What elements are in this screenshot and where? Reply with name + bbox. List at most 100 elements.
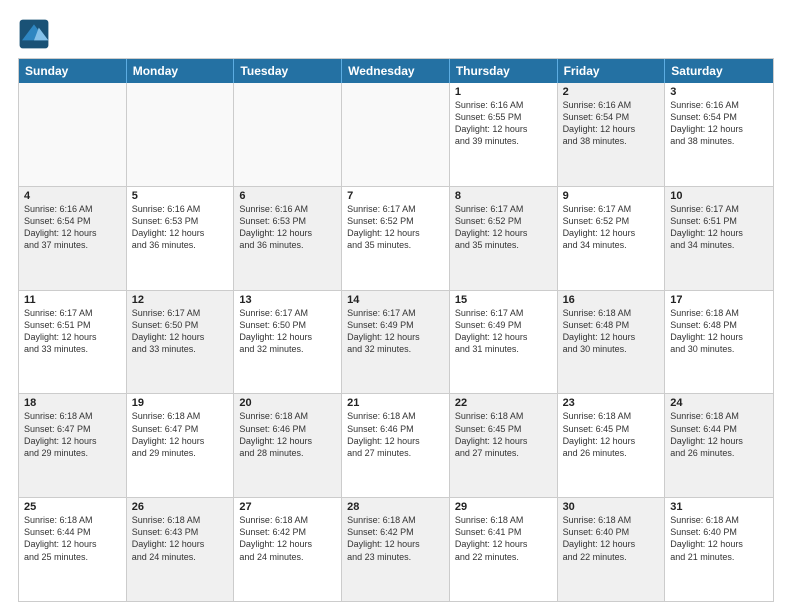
day-number: 25 — [24, 501, 121, 513]
day-number: 13 — [239, 294, 336, 306]
cell-info: Sunrise: 6:17 AM Sunset: 6:50 PM Dayligh… — [132, 307, 229, 356]
cal-cell: 12Sunrise: 6:17 AM Sunset: 6:50 PM Dayli… — [127, 291, 235, 394]
cal-cell: 15Sunrise: 6:17 AM Sunset: 6:49 PM Dayli… — [450, 291, 558, 394]
cal-cell: 17Sunrise: 6:18 AM Sunset: 6:48 PM Dayli… — [665, 291, 773, 394]
cell-info: Sunrise: 6:17 AM Sunset: 6:49 PM Dayligh… — [455, 307, 552, 356]
cell-info: Sunrise: 6:17 AM Sunset: 6:52 PM Dayligh… — [455, 203, 552, 252]
logo — [18, 18, 54, 50]
day-number: 1 — [455, 86, 552, 98]
cell-info: Sunrise: 6:16 AM Sunset: 6:54 PM Dayligh… — [24, 203, 121, 252]
calendar-header: SundayMondayTuesdayWednesdayThursdayFrid… — [19, 59, 773, 83]
cal-cell: 11Sunrise: 6:17 AM Sunset: 6:51 PM Dayli… — [19, 291, 127, 394]
day-number: 14 — [347, 294, 444, 306]
cal-cell: 2Sunrise: 6:16 AM Sunset: 6:54 PM Daylig… — [558, 83, 666, 186]
cell-info: Sunrise: 6:16 AM Sunset: 6:53 PM Dayligh… — [132, 203, 229, 252]
cal-cell — [234, 83, 342, 186]
cell-info: Sunrise: 6:18 AM Sunset: 6:41 PM Dayligh… — [455, 514, 552, 563]
cell-info: Sunrise: 6:18 AM Sunset: 6:42 PM Dayligh… — [347, 514, 444, 563]
cell-info: Sunrise: 6:18 AM Sunset: 6:48 PM Dayligh… — [670, 307, 768, 356]
cal-cell: 27Sunrise: 6:18 AM Sunset: 6:42 PM Dayli… — [234, 498, 342, 601]
cell-info: Sunrise: 6:18 AM Sunset: 6:47 PM Dayligh… — [24, 410, 121, 459]
cal-cell: 18Sunrise: 6:18 AM Sunset: 6:47 PM Dayli… — [19, 394, 127, 497]
day-header-tuesday: Tuesday — [234, 59, 342, 83]
cell-info: Sunrise: 6:18 AM Sunset: 6:45 PM Dayligh… — [455, 410, 552, 459]
day-number: 8 — [455, 190, 552, 202]
cell-info: Sunrise: 6:18 AM Sunset: 6:40 PM Dayligh… — [670, 514, 768, 563]
cal-cell: 5Sunrise: 6:16 AM Sunset: 6:53 PM Daylig… — [127, 187, 235, 290]
cell-info: Sunrise: 6:18 AM Sunset: 6:45 PM Dayligh… — [563, 410, 660, 459]
day-header-sunday: Sunday — [19, 59, 127, 83]
week-row-3: 11Sunrise: 6:17 AM Sunset: 6:51 PM Dayli… — [19, 291, 773, 395]
day-number: 12 — [132, 294, 229, 306]
cell-info: Sunrise: 6:18 AM Sunset: 6:46 PM Dayligh… — [239, 410, 336, 459]
cal-cell — [342, 83, 450, 186]
day-header-wednesday: Wednesday — [342, 59, 450, 83]
header — [18, 18, 774, 50]
day-number: 7 — [347, 190, 444, 202]
cal-cell: 16Sunrise: 6:18 AM Sunset: 6:48 PM Dayli… — [558, 291, 666, 394]
cell-info: Sunrise: 6:16 AM Sunset: 6:53 PM Dayligh… — [239, 203, 336, 252]
cal-cell: 10Sunrise: 6:17 AM Sunset: 6:51 PM Dayli… — [665, 187, 773, 290]
day-number: 19 — [132, 397, 229, 409]
day-number: 10 — [670, 190, 768, 202]
cell-info: Sunrise: 6:17 AM Sunset: 6:52 PM Dayligh… — [347, 203, 444, 252]
cal-cell: 7Sunrise: 6:17 AM Sunset: 6:52 PM Daylig… — [342, 187, 450, 290]
cell-info: Sunrise: 6:16 AM Sunset: 6:54 PM Dayligh… — [670, 99, 768, 148]
week-row-2: 4Sunrise: 6:16 AM Sunset: 6:54 PM Daylig… — [19, 187, 773, 291]
calendar-body: 1Sunrise: 6:16 AM Sunset: 6:55 PM Daylig… — [19, 83, 773, 601]
cal-cell: 19Sunrise: 6:18 AM Sunset: 6:47 PM Dayli… — [127, 394, 235, 497]
day-number: 4 — [24, 190, 121, 202]
cal-cell: 14Sunrise: 6:17 AM Sunset: 6:49 PM Dayli… — [342, 291, 450, 394]
day-number: 24 — [670, 397, 768, 409]
day-number: 16 — [563, 294, 660, 306]
day-header-thursday: Thursday — [450, 59, 558, 83]
cal-cell: 25Sunrise: 6:18 AM Sunset: 6:44 PM Dayli… — [19, 498, 127, 601]
cal-cell: 21Sunrise: 6:18 AM Sunset: 6:46 PM Dayli… — [342, 394, 450, 497]
day-number: 5 — [132, 190, 229, 202]
cal-cell: 3Sunrise: 6:16 AM Sunset: 6:54 PM Daylig… — [665, 83, 773, 186]
day-number: 20 — [239, 397, 336, 409]
day-number: 3 — [670, 86, 768, 98]
day-number: 6 — [239, 190, 336, 202]
week-row-1: 1Sunrise: 6:16 AM Sunset: 6:55 PM Daylig… — [19, 83, 773, 187]
day-number: 26 — [132, 501, 229, 513]
cell-info: Sunrise: 6:17 AM Sunset: 6:51 PM Dayligh… — [670, 203, 768, 252]
cell-info: Sunrise: 6:18 AM Sunset: 6:44 PM Dayligh… — [670, 410, 768, 459]
cell-info: Sunrise: 6:18 AM Sunset: 6:42 PM Dayligh… — [239, 514, 336, 563]
cell-info: Sunrise: 6:16 AM Sunset: 6:55 PM Dayligh… — [455, 99, 552, 148]
day-header-saturday: Saturday — [665, 59, 773, 83]
cell-info: Sunrise: 6:17 AM Sunset: 6:49 PM Dayligh… — [347, 307, 444, 356]
day-number: 31 — [670, 501, 768, 513]
cal-cell: 28Sunrise: 6:18 AM Sunset: 6:42 PM Dayli… — [342, 498, 450, 601]
day-number: 23 — [563, 397, 660, 409]
cell-info: Sunrise: 6:18 AM Sunset: 6:47 PM Dayligh… — [132, 410, 229, 459]
cal-cell: 26Sunrise: 6:18 AM Sunset: 6:43 PM Dayli… — [127, 498, 235, 601]
day-number: 22 — [455, 397, 552, 409]
calendar: SundayMondayTuesdayWednesdayThursdayFrid… — [18, 58, 774, 602]
cal-cell: 22Sunrise: 6:18 AM Sunset: 6:45 PM Dayli… — [450, 394, 558, 497]
cal-cell: 8Sunrise: 6:17 AM Sunset: 6:52 PM Daylig… — [450, 187, 558, 290]
page: SundayMondayTuesdayWednesdayThursdayFrid… — [0, 0, 792, 612]
day-number: 18 — [24, 397, 121, 409]
cal-cell: 4Sunrise: 6:16 AM Sunset: 6:54 PM Daylig… — [19, 187, 127, 290]
cell-info: Sunrise: 6:18 AM Sunset: 6:48 PM Dayligh… — [563, 307, 660, 356]
day-header-friday: Friday — [558, 59, 666, 83]
cal-cell: 31Sunrise: 6:18 AM Sunset: 6:40 PM Dayli… — [665, 498, 773, 601]
logo-icon — [18, 18, 50, 50]
cal-cell: 20Sunrise: 6:18 AM Sunset: 6:46 PM Dayli… — [234, 394, 342, 497]
cell-info: Sunrise: 6:18 AM Sunset: 6:43 PM Dayligh… — [132, 514, 229, 563]
cell-info: Sunrise: 6:17 AM Sunset: 6:51 PM Dayligh… — [24, 307, 121, 356]
day-number: 9 — [563, 190, 660, 202]
cal-cell — [127, 83, 235, 186]
cal-cell: 6Sunrise: 6:16 AM Sunset: 6:53 PM Daylig… — [234, 187, 342, 290]
day-number: 2 — [563, 86, 660, 98]
cal-cell: 13Sunrise: 6:17 AM Sunset: 6:50 PM Dayli… — [234, 291, 342, 394]
day-number: 28 — [347, 501, 444, 513]
cell-info: Sunrise: 6:18 AM Sunset: 6:46 PM Dayligh… — [347, 410, 444, 459]
day-number: 21 — [347, 397, 444, 409]
cal-cell: 1Sunrise: 6:16 AM Sunset: 6:55 PM Daylig… — [450, 83, 558, 186]
cal-cell — [19, 83, 127, 186]
day-number: 15 — [455, 294, 552, 306]
cell-info: Sunrise: 6:16 AM Sunset: 6:54 PM Dayligh… — [563, 99, 660, 148]
day-number: 17 — [670, 294, 768, 306]
